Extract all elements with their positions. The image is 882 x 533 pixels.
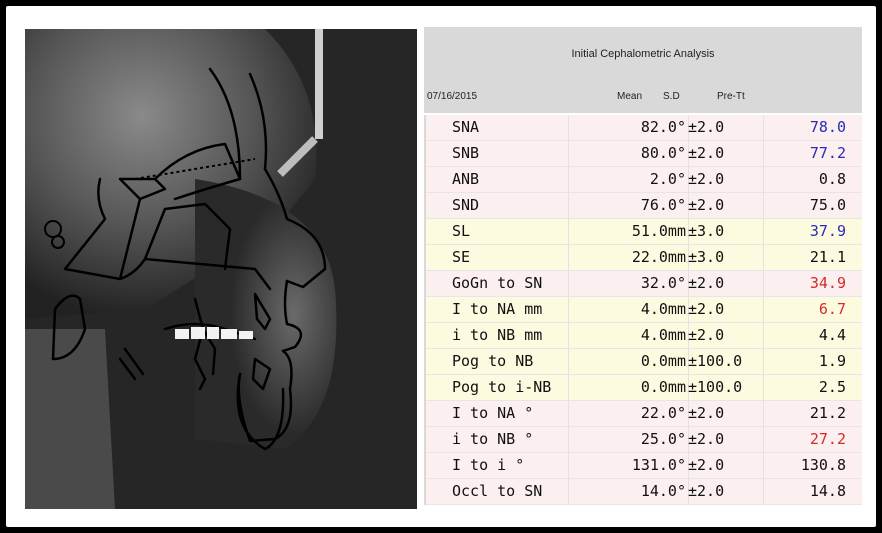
analysis-header: Initial Cephalometric Analysis 07/16/201… xyxy=(424,27,862,113)
table-row[interactable]: SNA 82.0° ±2.0 78.0 xyxy=(426,115,862,141)
measure-value: 75.0 xyxy=(809,196,846,214)
table-row[interactable]: SE 22.0mm ±3.0 21.1 xyxy=(426,245,862,271)
measure-value: 4.4 xyxy=(818,326,846,344)
table-row[interactable]: ANB 2.0° ±2.0 0.8 xyxy=(426,167,862,193)
table-row[interactable]: Occl to SN 14.0° ±2.0 14.8 xyxy=(426,479,862,505)
measure-name: I to NA ° xyxy=(452,404,534,422)
measure-sd: ±2.0 xyxy=(688,404,725,422)
table-row[interactable]: SL 51.0mm ±3.0 37.9 xyxy=(426,219,862,245)
measure-value: 34.9 xyxy=(809,274,846,292)
measure-name: ANB xyxy=(452,170,480,188)
table-row[interactable]: SNB 80.0° ±2.0 77.2 xyxy=(426,141,862,167)
measure-mean: 22.0mm xyxy=(631,248,686,266)
measure-sd: ±2.0 xyxy=(688,144,725,162)
analysis-title: Initial Cephalometric Analysis xyxy=(571,48,715,60)
measure-sd: ±2.0 xyxy=(688,196,725,214)
measure-mean: 0.0mm xyxy=(640,378,686,396)
table-row[interactable]: GoGn to SN 32.0° ±2.0 34.9 xyxy=(426,271,862,297)
measure-name: SND xyxy=(452,196,480,214)
measure-value: 1.9 xyxy=(818,352,846,370)
cephalometric-xray xyxy=(25,29,417,509)
table-row[interactable]: SND 76.0° ±2.0 75.0 xyxy=(426,193,862,219)
measure-value: 77.2 xyxy=(809,144,846,162)
measure-sd: ±100.0 xyxy=(688,352,743,370)
measure-sd: ±2.0 xyxy=(688,300,725,318)
measure-sd: ±2.0 xyxy=(688,482,725,500)
measure-sd: ±3.0 xyxy=(688,248,725,266)
measure-name: i to NB ° xyxy=(452,430,534,448)
measure-value: 14.8 xyxy=(809,482,846,500)
measure-name: I to i ° xyxy=(452,456,525,474)
measure-name: Pog to NB xyxy=(452,352,534,370)
measure-name: SNB xyxy=(452,144,480,162)
analysis-date: 07/16/2015 xyxy=(427,91,478,102)
table-row[interactable]: i to NB ° 25.0° ±2.0 27.2 xyxy=(426,427,862,453)
measure-mean: 51.0mm xyxy=(631,222,686,240)
measure-name: SNA xyxy=(452,118,480,136)
table-row[interactable]: I to NA ° 22.0° ±2.0 21.2 xyxy=(426,401,862,427)
table-row[interactable]: I to NA mm 4.0mm ±2.0 6.7 xyxy=(426,297,862,323)
measure-value: 21.1 xyxy=(809,248,846,266)
table-row[interactable]: Pog to NB 0.0mm ±100.0 1.9 xyxy=(426,349,862,375)
measure-name: Occl to SN xyxy=(452,482,543,500)
measure-mean: 76.0° xyxy=(640,196,686,214)
column-header-sd: S.D xyxy=(663,91,680,102)
xray-tracing-illustration xyxy=(25,29,417,509)
measure-name: SL xyxy=(452,222,471,240)
measure-sd: ±2.0 xyxy=(688,274,725,292)
measure-mean: 2.0° xyxy=(649,170,686,188)
analysis-table: SNA 82.0° ±2.0 78.0 SNB 80.0° ±2.0 77.2 ANB 2.0… xyxy=(424,115,862,505)
table-row[interactable]: i to NB mm 4.0mm ±2.0 4.4 xyxy=(426,323,862,349)
measure-name: I to NA mm xyxy=(452,300,543,318)
measure-name: Pog to i-NB xyxy=(452,378,552,396)
measure-value: 130.8 xyxy=(800,456,846,474)
measure-name: GoGn to SN xyxy=(452,274,543,292)
measure-name: i to NB mm xyxy=(452,326,543,344)
measure-sd: ±2.0 xyxy=(688,430,725,448)
measure-value: 27.2 xyxy=(809,430,846,448)
table-row[interactable]: I to i ° 131.0° ±2.0 130.8 xyxy=(426,453,862,479)
column-header-mean: Mean xyxy=(617,91,643,102)
measure-mean: 0.0mm xyxy=(640,352,686,370)
measure-sd: ±100.0 xyxy=(688,378,743,396)
measure-sd: ±3.0 xyxy=(688,222,725,240)
measure-mean: 131.0° xyxy=(631,456,686,474)
measure-name: SE xyxy=(452,248,471,266)
measure-value: 37.9 xyxy=(809,222,846,240)
table-row[interactable]: Pog to i-NB 0.0mm ±100.0 2.5 xyxy=(426,375,862,401)
measure-value: 78.0 xyxy=(809,118,846,136)
measure-mean: 4.0mm xyxy=(640,326,686,344)
measure-mean: 32.0° xyxy=(640,274,686,292)
measure-value: 21.2 xyxy=(809,404,846,422)
measure-value: 6.7 xyxy=(818,300,846,318)
column-header-pre-treatment: Pre-Tt xyxy=(717,91,745,102)
measure-mean: 14.0° xyxy=(640,482,686,500)
measure-value: 0.8 xyxy=(818,170,846,188)
measure-mean: 25.0° xyxy=(640,430,686,448)
cephalometric-analysis-panel: Initial Cephalometric Analysis 07/16/201… xyxy=(424,27,862,507)
measure-sd: ±2.0 xyxy=(688,326,725,344)
measure-mean: 22.0° xyxy=(640,404,686,422)
measure-value: 2.5 xyxy=(818,378,846,396)
measure-mean: 4.0mm xyxy=(640,300,686,318)
measure-sd: ±2.0 xyxy=(688,118,725,136)
measure-mean: 82.0° xyxy=(640,118,686,136)
measure-sd: ±2.0 xyxy=(688,170,725,188)
measure-sd: ±2.0 xyxy=(688,456,725,474)
measure-mean: 80.0° xyxy=(640,144,686,162)
